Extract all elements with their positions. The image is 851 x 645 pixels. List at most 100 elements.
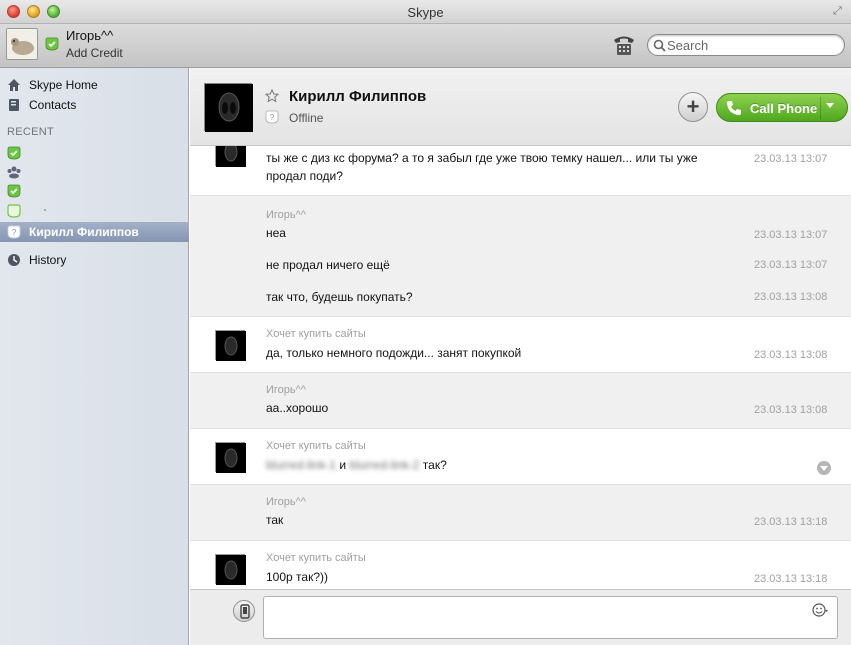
message-text: ты же с диз кс форума? а то я забыл где … <box>266 151 698 183</box>
message-group: Хочет купить сайты 100р так?)) 23.03.13 … <box>190 540 851 589</box>
dialpad-icon[interactable] <box>612 34 636 56</box>
svg-text:?: ? <box>12 228 17 237</box>
blurred-link[interactable]: blurred-link-1 <box>266 458 336 472</box>
alien-avatar-icon <box>205 84 253 132</box>
recent-item[interactable] <box>0 201 189 221</box>
sender-avatar[interactable] <box>215 146 246 167</box>
message-timestamp: 23.03.13 13:18 <box>754 573 828 585</box>
message-group: Хочет купить сайты blurred-link-1 и blur… <box>190 428 851 484</box>
call-phone-label: Call Phone <box>750 101 818 116</box>
profile-toolbar: Игорь^^ Add Credit Search <box>0 24 851 68</box>
message-timestamp: 23.03.13 13:08 <box>754 349 828 361</box>
message-word: так? <box>422 458 447 472</box>
cat-avatar-icon <box>7 29 37 59</box>
contact-status: Offline <box>289 111 324 125</box>
message-text: неа <box>266 226 286 240</box>
sender-name: Хочет купить сайты <box>266 440 366 452</box>
online-status-icon[interactable] <box>45 37 59 51</box>
add-participant-button[interactable]: + <box>678 92 708 122</box>
message-timestamp: 23.03.13 13:08 <box>754 404 828 416</box>
sidebar-item-label: Contacts <box>29 98 77 112</box>
message-word: и <box>339 458 347 472</box>
chevron-down-icon[interactable] <box>826 103 834 108</box>
contact-avatar[interactable] <box>204 83 253 132</box>
sender-avatar[interactable] <box>215 330 246 361</box>
message-text: так что, будешь покупать? <box>266 290 413 304</box>
phone-icon <box>727 101 741 115</box>
contact-name: Кирилл Филиппов <box>289 88 427 105</box>
compose-area <box>190 589 851 645</box>
message-group: Хочет купить сайты да, только немного по… <box>190 316 851 372</box>
call-button-divider <box>820 97 821 119</box>
away-status-icon <box>7 204 21 218</box>
message-text: 100р так?)) <box>266 570 328 584</box>
sender-avatar[interactable] <box>215 554 246 585</box>
group-chat-icon <box>7 166 21 179</box>
sender-avatar[interactable] <box>215 442 246 473</box>
message-group: ты же с диз кс форума? а то я забыл где … <box>190 146 851 195</box>
sidebar: Skype Home Contacts RECENT ? Кирилл Фили… <box>0 68 189 645</box>
blurred-link[interactable]: blurred-link-2 <box>349 458 419 472</box>
recent-item[interactable] <box>0 181 189 201</box>
online-status-icon <box>7 146 21 160</box>
contact-header: Кирилл Филиппов ? Offline + Call Phone <box>190 68 851 146</box>
sender-name: Игорь^^ <box>266 496 306 508</box>
conversation-pane[interactable]: ты же с диз кс форума? а то я забыл где … <box>190 146 851 589</box>
message-text: да, только немного подожди... занят поку… <box>266 346 522 360</box>
alien-avatar-icon <box>216 555 246 585</box>
alien-avatar-icon <box>216 443 246 473</box>
sender-name: Хочет купить сайты <box>266 328 366 340</box>
message-group: Игорь^^ неа 23.03.13 13:07 не продал нич… <box>190 195 851 316</box>
message-input[interactable] <box>263 596 838 639</box>
expand-message-icon[interactable] <box>817 461 831 475</box>
mobile-phone-icon <box>240 604 250 619</box>
emoticon-icon[interactable] <box>812 602 828 618</box>
window-title: Skype <box>407 5 444 20</box>
message-group: Игорь^^ так 23.03.13 13:18 <box>190 484 851 540</box>
search-icon <box>653 39 666 52</box>
recent-item[interactable] <box>0 162 189 182</box>
message-text: blurred-link-1 и blurred-link-2 так? <box>266 456 736 474</box>
favorite-star-icon[interactable] <box>265 89 279 103</box>
message-timestamp: 23.03.13 13:07 <box>754 229 828 241</box>
divider-dot <box>44 209 46 211</box>
message-group: Игорь^^ аа..хорошо 23.03.13 13:08 <box>190 372 851 428</box>
sender-name: Игорь^^ <box>266 384 306 396</box>
sidebar-item-label: Skype Home <box>29 78 98 92</box>
my-avatar[interactable] <box>6 28 38 60</box>
contacts-icon <box>9 99 19 111</box>
sender-name: Игорь^^ <box>266 209 306 221</box>
clock-icon <box>8 254 20 266</box>
recent-item-selected[interactable]: ? Кирилл Филиппов <box>0 222 189 242</box>
sidebar-item-label: History <box>29 253 67 267</box>
search-field[interactable]: Search <box>647 34 845 56</box>
recent-item-label: Кирилл Филиппов <box>29 225 139 239</box>
message-text: аа..хорошо <box>266 401 329 415</box>
sidebar-item-contacts[interactable]: Contacts <box>0 95 189 115</box>
add-credit-link[interactable]: Add Credit <box>66 46 123 60</box>
message-timestamp: 23.03.13 13:18 <box>754 516 828 528</box>
alien-avatar-icon <box>216 146 246 167</box>
offline-status-icon: ? <box>265 110 279 124</box>
online-status-icon <box>7 184 21 198</box>
recent-heading: RECENT <box>7 126 55 138</box>
home-icon <box>8 79 20 91</box>
offline-status-icon: ? <box>7 225 21 239</box>
message-text: так <box>266 513 284 527</box>
message-timestamp: 23.03.13 13:07 <box>754 259 828 271</box>
message-timestamp: 23.03.13 13:08 <box>754 291 828 303</box>
sidebar-item-skype-home[interactable]: Skype Home <box>0 75 189 95</box>
title-bar: Skype ⤢ <box>0 0 851 24</box>
message-timestamp: 23.03.13 13:07 <box>754 153 828 165</box>
sender-name: Хочет купить сайты <box>266 552 366 564</box>
message-text: не продал ничего ещё <box>266 258 390 272</box>
call-phone-button[interactable]: Call Phone <box>716 93 848 122</box>
svg-text:?: ? <box>270 113 275 122</box>
search-placeholder: Search <box>667 38 709 53</box>
send-sms-button[interactable] <box>233 600 255 622</box>
alien-avatar-icon <box>216 331 246 361</box>
fullscreen-icon[interactable]: ⤢ <box>833 5 845 17</box>
sidebar-item-history[interactable]: History <box>0 250 189 270</box>
recent-item[interactable] <box>0 143 189 163</box>
my-display-name[interactable]: Игорь^^ <box>66 28 113 43</box>
